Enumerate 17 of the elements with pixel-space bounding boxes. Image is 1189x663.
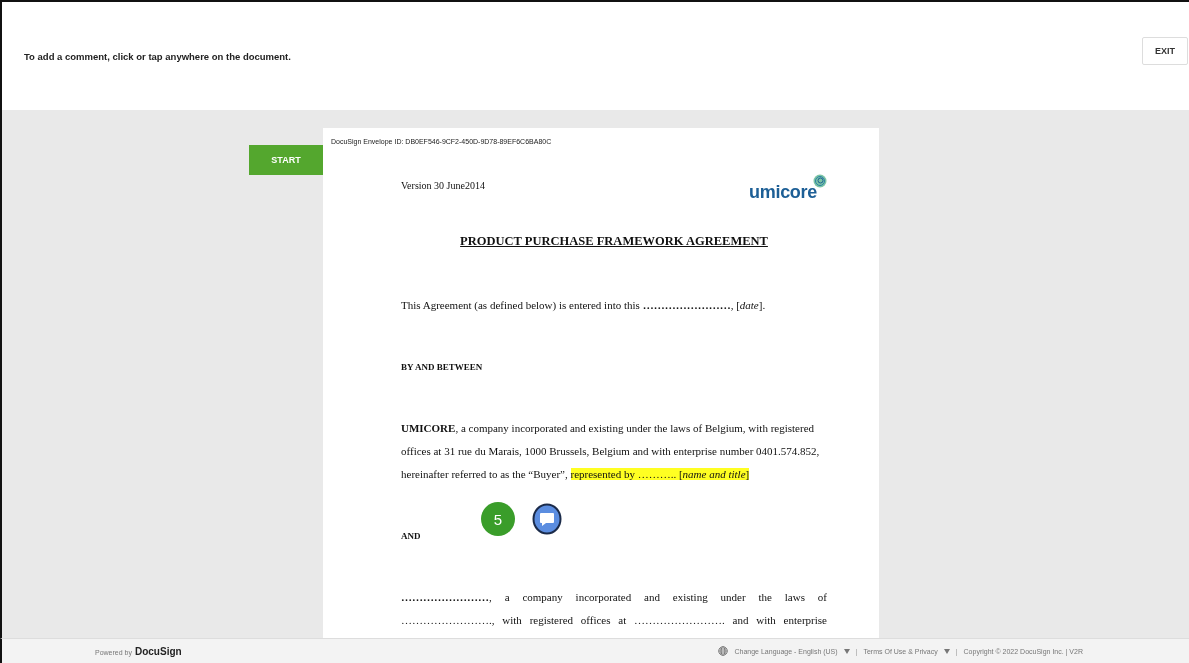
version-text: Version 30 June2014 <box>401 180 485 191</box>
instruction-text: To add a comment, click or tap anywhere on the document. <box>24 50 291 62</box>
step-badge[interactable]: 5 <box>481 502 515 536</box>
logo-text: umicore <box>749 182 817 203</box>
exit-button[interactable]: EXIT <box>1142 37 1188 65</box>
comment-icon[interactable] <box>532 503 562 535</box>
globe-icon[interactable] <box>718 646 729 656</box>
brand-text: DocuSign <box>134 645 182 657</box>
document-paragraph: UMICORE, a company incorporated and existing under the laws of Belgium, with registered offices at 31 rue du Marais, 1000 Brussels, Belgium and with enterprise number 0401.574.852, hereinafter referred to as the “Buyer”, represented by ……….. [name and title] <box>401 421 821 482</box>
document-paragraph: This Agreement (as defined below) is entered into this ……………………, [date]. <box>401 298 767 313</box>
document-paragraph: ……………………, a company incorporated and existing under the laws of ……………………., with registered offices at ……………………. and with enterprise <box>401 590 827 628</box>
start-button[interactable]: START <box>249 145 323 175</box>
caret-icon[interactable] <box>843 648 850 654</box>
document-title: PRODUCT PURCHASE FRAMEWORK AGREEMENT <box>459 234 769 249</box>
section-heading: BY AND BETWEEN <box>401 362 484 372</box>
caret-icon[interactable] <box>943 648 950 654</box>
section-heading: AND <box>401 531 422 541</box>
